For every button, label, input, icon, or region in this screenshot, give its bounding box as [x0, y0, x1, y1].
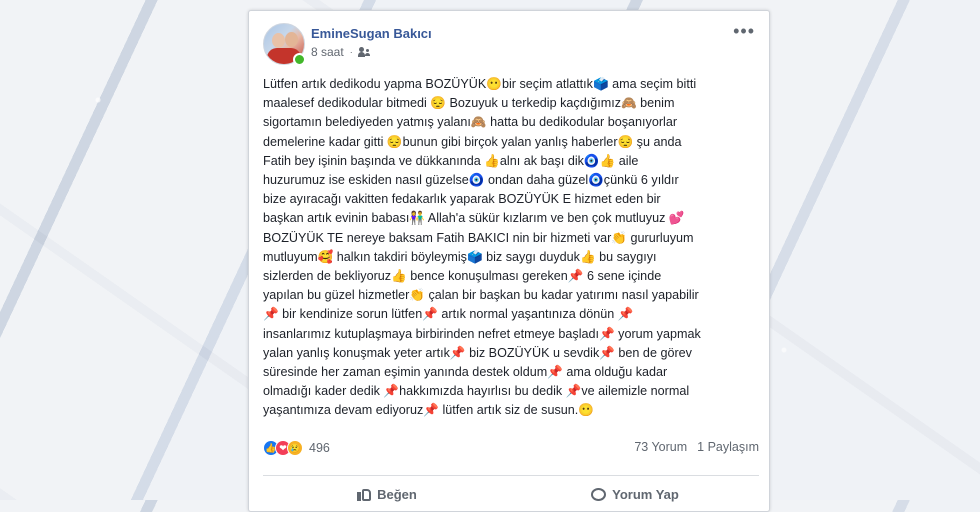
post-line: sigortamın belediyeden yatmış yalanı🙈 ha… — [263, 115, 678, 130]
post-line: maalesef dedikodular bitmedi 😔 Bozuyuk u… — [263, 96, 675, 111]
post-header: EmineSugan Bakıcı 8 saat · ••• — [263, 22, 759, 67]
post-actions: Beğen Yorum Yap — [263, 479, 759, 509]
post-body: Lütfen artık dedikodu yapma BOZÜYÜK😶bir … — [263, 75, 763, 421]
post-line: demelerine kadar gitti 😔bunun gibi birço… — [263, 134, 682, 149]
post-line: başkan artık evinin babası👫 Allah'a sükü… — [263, 211, 685, 226]
post-line: insanlarımız kutuplaşmaya birbirinden ne… — [263, 326, 701, 341]
group-icon[interactable] — [357, 47, 371, 57]
post-stats: 👍 ❤ 😢 496 73 Yorum 1 Paylaşım — [263, 439, 759, 459]
post-time[interactable]: 8 saat — [311, 45, 344, 59]
comment-icon — [591, 487, 607, 501]
like-button-label: Beğen — [377, 486, 417, 502]
like-button[interactable]: Beğen — [263, 479, 511, 509]
sad-reaction-icon: 😢 — [287, 440, 303, 456]
reactions-summary[interactable]: 👍 ❤ 😢 496 — [263, 440, 330, 456]
post-line: huzurumuz ise eskiden nasıl güzelse🧿 ond… — [263, 173, 679, 188]
more-options-icon[interactable]: ••• — [733, 22, 755, 40]
post-line: BOZÜYÜK TE nereye baksam Fatih BAKICI ni… — [263, 230, 694, 245]
author-name[interactable]: EmineSugan Bakıcı — [311, 26, 432, 41]
post-line: yaşantımıza devam ediyoruz📌 lütfen artık… — [263, 403, 594, 418]
post-line: olmadığı kader dedik 📌hakkımızda hayırlı… — [263, 384, 690, 399]
post-line: mutluyum🥰 halkın takdiri böyleymiş🗳️ biz… — [263, 249, 657, 264]
online-status-dot — [293, 53, 306, 66]
engagement-stats: 73 Yorum 1 Paylaşım — [634, 440, 759, 454]
share-count[interactable]: 1 Paylaşım — [697, 440, 759, 454]
post-line: 📌 bir kendinize sorun lütfen📌 artık norm… — [263, 307, 634, 322]
post-line: Fatih bey işinin başında ve dükkanında 👍… — [263, 153, 639, 168]
post-card: EmineSugan Bakıcı 8 saat · ••• Lütfen ar… — [248, 10, 770, 512]
reaction-count[interactable]: 496 — [309, 441, 330, 455]
post-line: süresinde her zaman eşimin yanında deste… — [263, 365, 668, 380]
post-line: Lütfen artık dedikodu yapma BOZÜYÜK😶bir … — [263, 77, 697, 91]
post-line: yalan yanlış konuşmak yeter artık📌 biz B… — [263, 345, 692, 360]
post-line: yapılan bu güzel hizmetler👏 çalan bir ba… — [263, 288, 699, 303]
thumbs-up-icon — [357, 487, 372, 501]
avatar-face-1 — [272, 33, 285, 48]
action-divider — [263, 475, 759, 476]
comment-button[interactable]: Yorum Yap — [511, 479, 759, 509]
comment-count[interactable]: 73 Yorum — [634, 440, 687, 454]
post-line: sizlerden de bekliyoruz👍 bence konuşulma… — [263, 269, 662, 284]
comment-button-label: Yorum Yap — [612, 486, 679, 502]
avatar-face-2 — [285, 32, 298, 47]
post-line: bize ayıracağı vakitten fedakarlık yapar… — [263, 192, 661, 207]
post-meta: 8 saat · — [311, 45, 371, 59]
